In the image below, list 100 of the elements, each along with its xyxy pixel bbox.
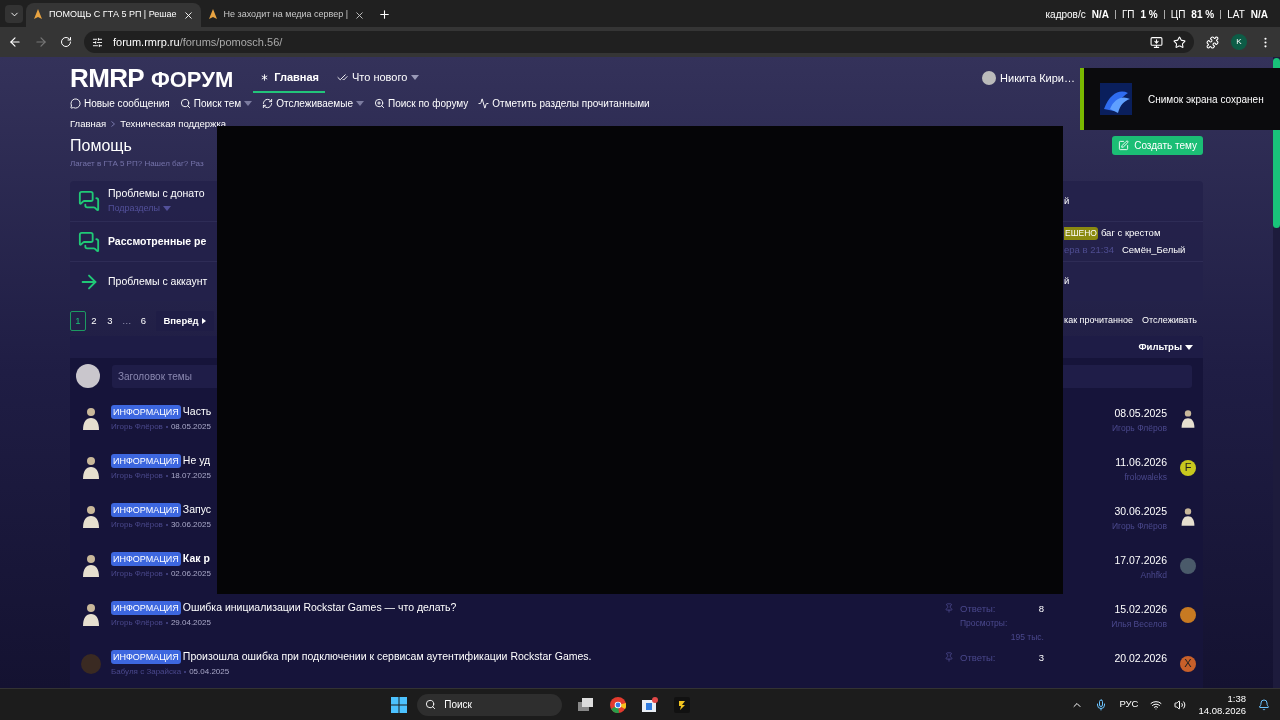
caret-right-icon: [201, 318, 206, 324]
avatar-figure-icon: [81, 601, 101, 628]
taskbar-search[interactable]: Поиск: [417, 693, 563, 716]
install-icon: [1150, 35, 1163, 49]
close-icon: [182, 9, 194, 21]
store-icon[interactable]: [642, 696, 659, 713]
tab-list-button[interactable]: [5, 5, 23, 23]
task-view-icon[interactable]: [578, 697, 595, 712]
separator-dot-icon: [165, 621, 168, 624]
last-post-date: 11.06.2026: [1115, 455, 1167, 470]
perf-label: LAT: [1227, 8, 1245, 22]
nav-tab[interactable]: Что нового: [331, 63, 426, 94]
last-post-date: 17.07.2026: [1114, 553, 1167, 568]
separator-dot-icon: [165, 425, 168, 428]
favicon-icon: [207, 9, 218, 21]
url-text: forum.rmrp.ru/forums/pomosch.56/: [113, 34, 283, 50]
thread-title[interactable]: Запус: [182, 502, 212, 518]
windows-start-icon[interactable]: [391, 696, 408, 713]
wave-icon: [478, 98, 490, 110]
avatar-icon: [76, 364, 100, 388]
thread-title[interactable]: Часть: [182, 404, 212, 420]
perf-label: ГП: [1121, 8, 1135, 22]
last-post-text: й: [1064, 193, 1071, 208]
thread-date: 18.07.2025: [170, 469, 211, 482]
forum-action-link[interactable]: как прочитанное: [1064, 314, 1133, 328]
caret-icon: [163, 206, 172, 212]
reload-icon: [60, 36, 72, 48]
last-post-date: 20.02.2026: [1114, 651, 1167, 666]
chat-bubbles-icon: [78, 230, 100, 253]
language-indicator[interactable]: РУС: [1119, 697, 1139, 712]
forum-title[interactable]: Проблемы с донато: [108, 186, 205, 203]
subnav-link[interactable]: Поиск тем: [179, 96, 253, 112]
refresh-icon: [262, 98, 274, 110]
site-settings-icon: [92, 36, 103, 48]
caret-icon: [244, 101, 253, 107]
page-button[interactable]: 2: [86, 311, 102, 331]
last-post-user[interactable]: Семён_Белый: [1121, 242, 1186, 257]
last-post-title[interactable]: баг с крестом: [1100, 226, 1161, 241]
thread-title[interactable]: Не уд: [182, 453, 211, 469]
edit-icon: [1118, 140, 1130, 151]
forward-icon: [34, 35, 48, 49]
subnav-link[interactable]: Отметить разделы прочитанными: [478, 96, 650, 112]
breadcrumb-link[interactable]: Главная: [70, 116, 107, 131]
address-bar[interactable]: forum.rmrp.ru/forums/pomosch.56/: [84, 31, 1194, 53]
filters-button[interactable]: Фильтры: [1138, 339, 1193, 355]
thread-title[interactable]: Как р: [182, 551, 210, 567]
replies-label: Ответы:: [960, 651, 996, 665]
page-title: Помощь: [70, 136, 133, 156]
logo[interactable]: RMRP ФОРУМ: [70, 65, 234, 92]
avatar-icon: [1180, 606, 1196, 623]
thread-title[interactable]: Ошибка инициализации Rockstar Games — что делать?: [182, 600, 457, 616]
forum-title[interactable]: Проблемы с аккаунт: [108, 273, 208, 290]
prefix-label: ИНФОРМАЦИЯ: [111, 454, 181, 468]
avatar-figure-icon: [81, 503, 101, 530]
pagination-ellipsis: …: [121, 313, 133, 328]
user-menu[interactable]: Никита Кири…: [982, 70, 1075, 87]
prefix-label: ЕШЕНО: [1064, 227, 1098, 240]
app-icon[interactable]: [674, 696, 691, 713]
tab-title: Не заходит на медиа сервер |: [223, 8, 349, 22]
page-button[interactable]: 1: [70, 311, 86, 331]
browser-tab[interactable]: Не заходит на медиа сервер |: [200, 3, 373, 27]
profile-avatar[interactable]: K: [1231, 34, 1247, 50]
zoom-icon: [373, 98, 385, 110]
separator-dot-icon: [165, 474, 168, 477]
replies-count: 3: [1038, 651, 1044, 665]
pin-icon: [944, 652, 954, 662]
prefix-label: ИНФОРМАЦИЯ: [111, 552, 181, 566]
chat-bubbles-icon: [78, 190, 100, 212]
thread-title[interactable]: Произошла ошибка при подключении к сервисам аутентификации Rockstar Games.: [182, 649, 592, 665]
page-button[interactable]: 6: [135, 311, 152, 331]
chrome-icon[interactable]: [610, 696, 627, 713]
forum-title[interactable]: Рассмотренные ре: [108, 233, 207, 250]
last-post-text: й: [1064, 274, 1071, 289]
new-tab-icon: [378, 8, 392, 21]
subnav-link[interactable]: Поиск по форуму: [373, 96, 469, 112]
prefix-label: ИНФОРМАЦИЯ: [111, 503, 181, 517]
separator-dot-icon: [165, 572, 168, 575]
prefix-label: ИНФОРМАЦИЯ: [111, 650, 181, 664]
perf-value: 81 %: [1191, 8, 1215, 22]
browser-tab[interactable]: ПОМОЩЬ С ГТА 5 РП | Решае: [26, 3, 201, 27]
forum-action-link[interactable]: Отслеживать: [1141, 314, 1197, 328]
clock[interactable]: 1:38 14.08.2026: [1198, 692, 1246, 717]
views-count: 195 тыс.: [1010, 631, 1044, 644]
pin-icon: [944, 603, 954, 613]
last-post-date: 08.05.2025: [1114, 406, 1167, 421]
subnav-link[interactable]: Отслеживаемые: [262, 96, 364, 112]
thread-date: 30.06.2025: [170, 518, 211, 531]
separator-dot-icon: [184, 670, 187, 673]
nav-tab[interactable]: Главная: [253, 63, 325, 94]
forum-description: Лагает в ГТА 5 РП? Нашел баг? Раз: [70, 158, 204, 170]
avatar-figure-icon: [1180, 407, 1196, 430]
page-button[interactable]: 3: [102, 311, 118, 331]
close-icon: [354, 9, 366, 21]
subnav-link[interactable]: Новые сообщения: [70, 96, 170, 112]
views-label: Просмотры:: [960, 617, 1009, 630]
favicon-icon: [33, 9, 43, 21]
wifi-icon: [1150, 698, 1163, 711]
last-post-date: 15.02.2026: [1114, 602, 1167, 617]
perf-label: кадров/с: [1045, 8, 1086, 22]
avatar: X: [1180, 655, 1196, 672]
